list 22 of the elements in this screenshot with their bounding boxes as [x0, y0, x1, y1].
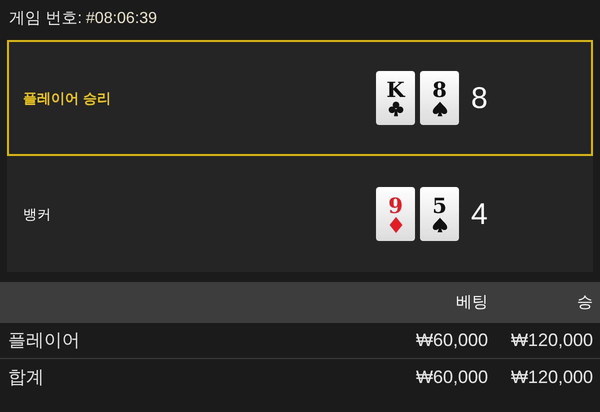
- game-number: #08:06:39: [86, 9, 158, 29]
- column-header: 승: [576, 292, 593, 312]
- club-icon: [388, 101, 404, 117]
- spade-icon: [432, 217, 448, 233]
- card-rank: 5: [432, 195, 447, 216]
- hand-label: 뱅커: [23, 204, 52, 224]
- column-header: 베팅: [455, 292, 488, 312]
- card-rank: 9: [388, 195, 403, 216]
- hand-label: 플레이어 승리: [23, 88, 112, 108]
- diamond-icon: [388, 217, 404, 233]
- hand-score: 8: [471, 80, 489, 116]
- table-cell-text: ₩60,000: [414, 329, 488, 352]
- card-rank: K: [386, 79, 405, 100]
- table-cell-text: ₩120,000: [510, 329, 593, 352]
- table-cell-text: 플레이어: [8, 329, 81, 352]
- table-cell-text: 합계: [8, 366, 45, 388]
- table-cell-text: ₩120,000: [510, 366, 593, 388]
- hand-score: 4: [471, 196, 489, 232]
- game-number-label: 게임 번호:: [9, 9, 82, 29]
- spade-icon: [432, 101, 448, 117]
- card-rank: 8: [432, 79, 447, 100]
- table-cell-text: ₩60,000: [414, 366, 488, 388]
